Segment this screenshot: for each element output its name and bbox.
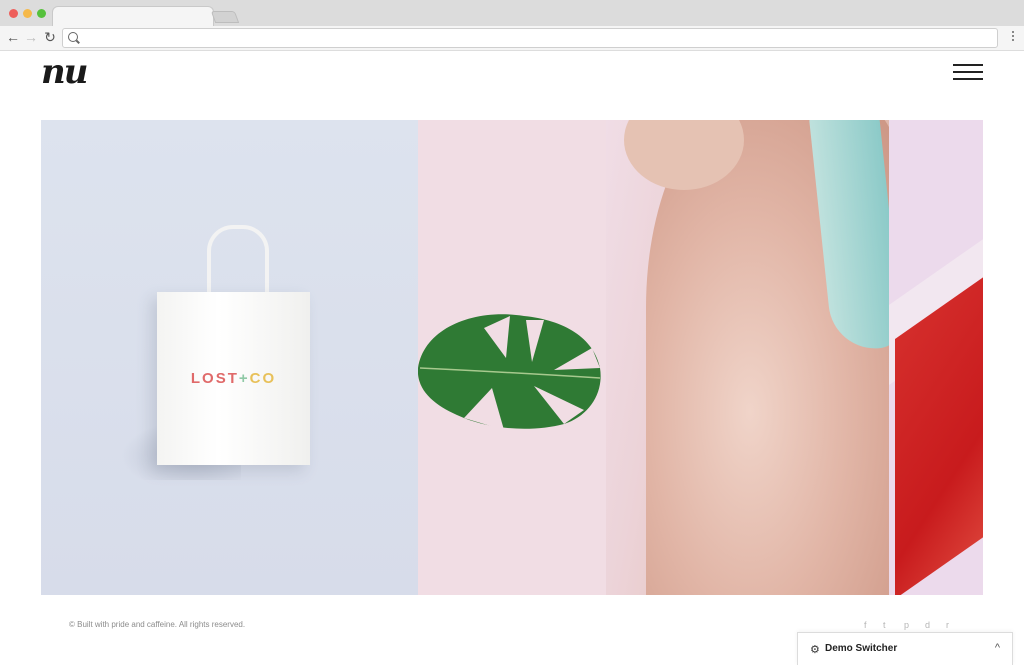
gear-icon: ⚙: [810, 644, 820, 656]
chevron-up-icon[interactable]: ^: [995, 642, 1000, 654]
browser-toolbar: ← → ↻: [0, 26, 1024, 51]
skin-portrait-panel: [606, 120, 889, 595]
maximize-window-button[interactable]: [37, 9, 46, 18]
monstera-leaf-panel: [418, 120, 606, 595]
browser-menu-icon[interactable]: [1011, 29, 1015, 45]
shopping-bag-panel: LOST+CO: [41, 120, 418, 595]
back-arrow-icon[interactable]: ←: [5, 28, 21, 46]
site-logo[interactable]: nu: [41, 55, 88, 89]
browser-tab-bar: [0, 0, 1024, 28]
red-paper-panel: [889, 120, 983, 595]
dribbble-icon[interactable]: d: [925, 620, 930, 630]
rss-icon[interactable]: r: [946, 620, 949, 630]
demo-switcher-label: Demo Switcher: [825, 643, 898, 654]
forward-arrow-icon[interactable]: →: [23, 28, 39, 46]
copyright-text: © Built with pride and caffeine. All rig…: [69, 620, 246, 629]
close-window-button[interactable]: [9, 9, 18, 18]
hamburger-menu-icon[interactable]: [953, 64, 983, 80]
pinterest-icon[interactable]: p: [904, 620, 909, 630]
search-icon: [68, 32, 78, 42]
demo-switcher-panel[interactable]: ⚙ Demo Switcher ^: [797, 632, 1013, 665]
hero-image-collage: LOST+CO: [41, 120, 983, 595]
browser-tab[interactable]: [52, 6, 214, 28]
twitter-icon[interactable]: t: [883, 620, 886, 630]
address-bar[interactable]: [62, 28, 998, 48]
monstera-leaf-image: [418, 314, 601, 430]
minimize-window-button[interactable]: [23, 9, 32, 18]
new-tab-button[interactable]: [210, 11, 240, 23]
facebook-icon[interactable]: f: [864, 620, 867, 630]
bag-brand-logo: LOST+CO: [190, 370, 277, 387]
reload-icon[interactable]: ↻: [42, 28, 58, 46]
